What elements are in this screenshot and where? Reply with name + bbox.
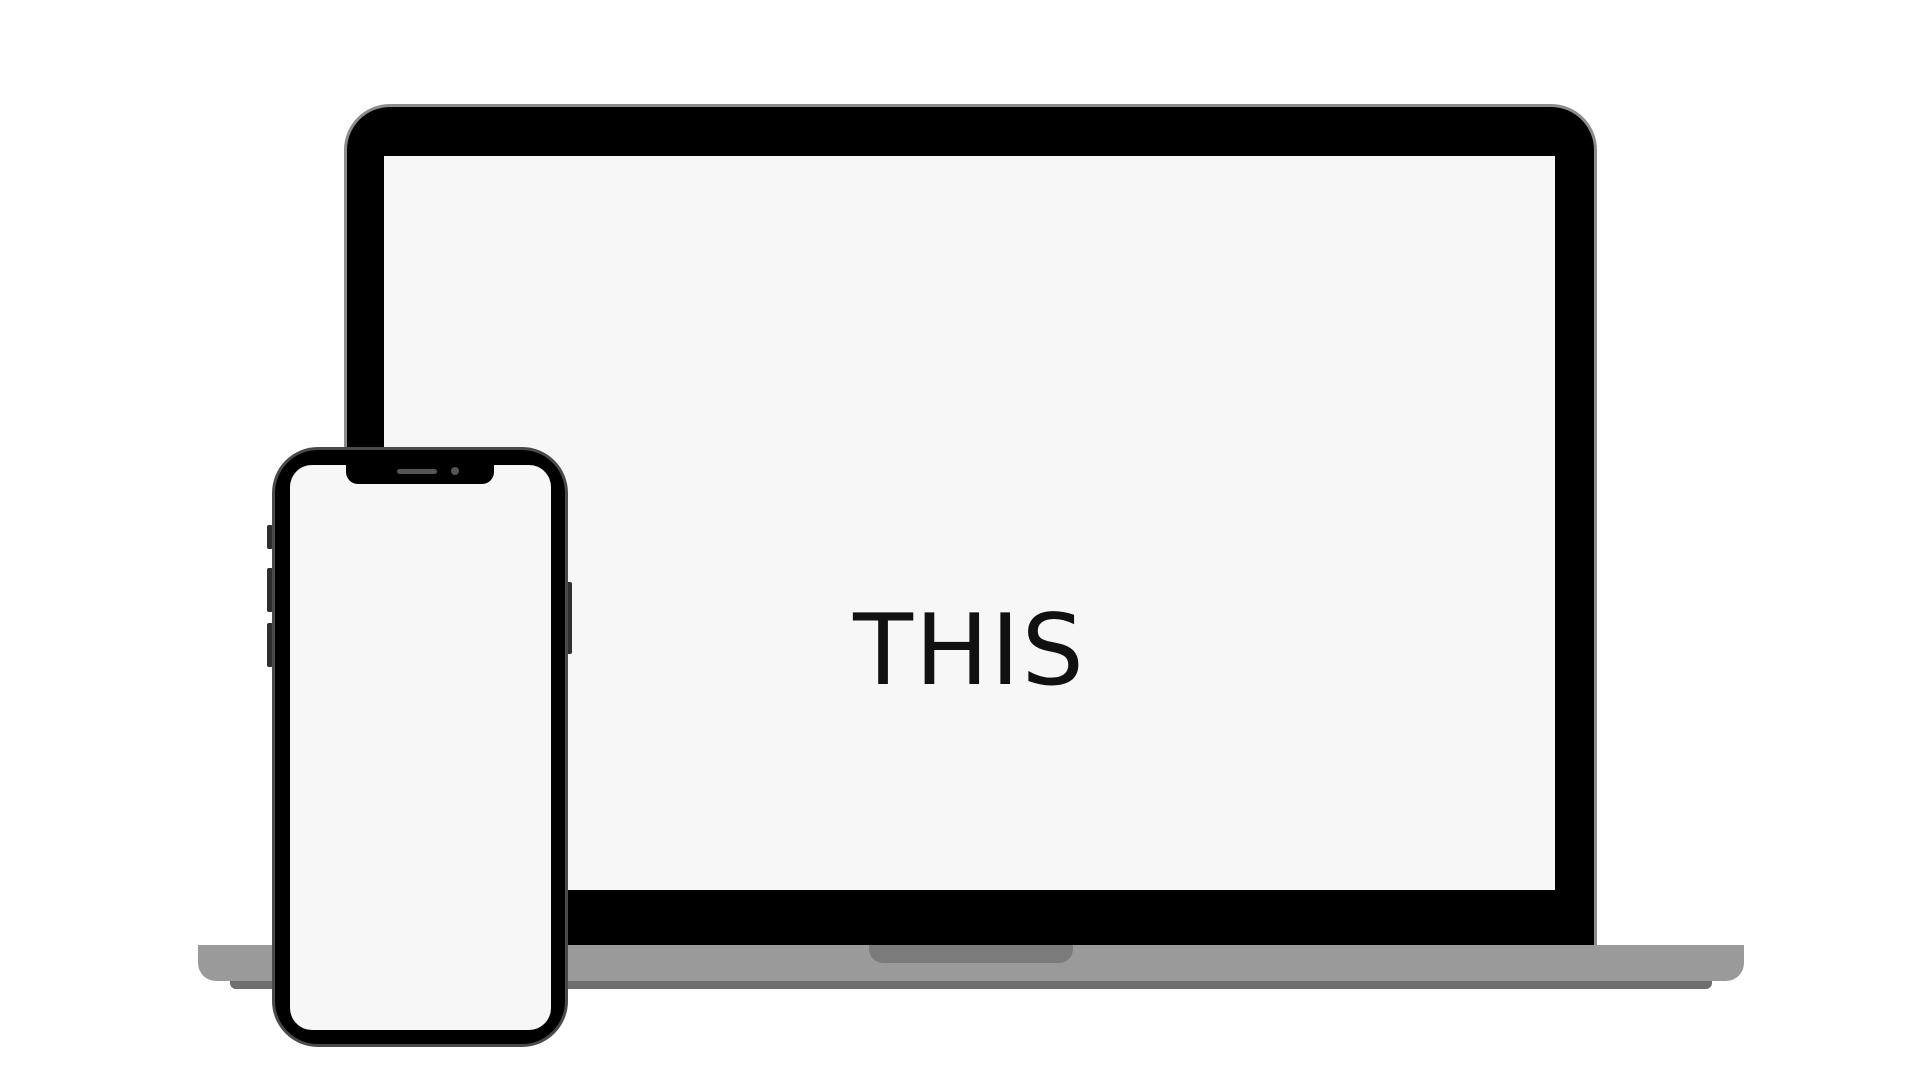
device-mockup-scene: THIS [0, 0, 1920, 1080]
laptop-opening-notch [869, 945, 1073, 963]
phone-speaker [397, 469, 437, 474]
phone-camera-icon [451, 467, 459, 475]
phone-screen [290, 465, 551, 1030]
